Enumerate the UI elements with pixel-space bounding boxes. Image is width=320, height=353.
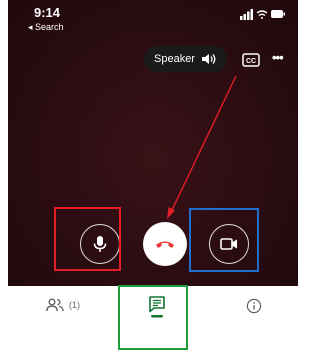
- bottom-tab-bar: (1): [0, 286, 302, 326]
- cc-label: CC: [246, 58, 256, 65]
- status-icons: [240, 9, 285, 20]
- info-icon[interactable]: [246, 298, 262, 314]
- battery-icon: [271, 10, 285, 18]
- people-count: (1): [69, 300, 80, 310]
- speaker-icon: [201, 54, 216, 64]
- chat-tab-indicator: [151, 315, 163, 318]
- highlight-box-video: [189, 208, 259, 272]
- chat-icon[interactable]: [148, 296, 166, 318]
- speaker-label: Speaker: [154, 53, 195, 65]
- tab-people[interactable]: (1): [46, 298, 80, 312]
- more-options-icon[interactable]: •••: [272, 50, 284, 65]
- highlight-box-microphone: [54, 207, 121, 271]
- signal-icon: [240, 9, 253, 20]
- speaker-button[interactable]: Speaker: [144, 46, 227, 72]
- end-call-icon: [156, 241, 174, 248]
- wifi-icon: [256, 10, 268, 19]
- people-icon: [46, 298, 64, 312]
- status-bar: 9:14 ◂ Search: [8, 0, 298, 36]
- back-to-search-link[interactable]: ◂ Search: [28, 22, 64, 33]
- status-time: 9:14: [34, 5, 61, 20]
- end-call-button[interactable]: [143, 222, 187, 266]
- closed-captions-icon[interactable]: CC: [240, 49, 262, 71]
